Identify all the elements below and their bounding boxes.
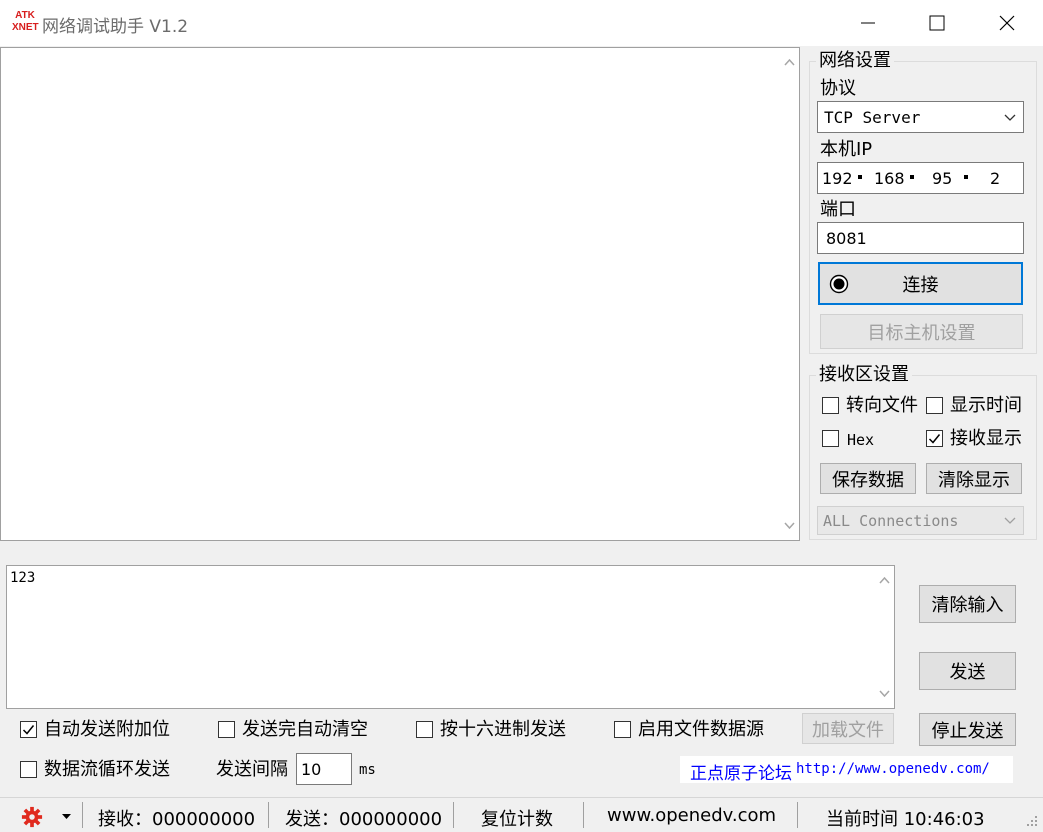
protocol-select[interactable]: TCP Server — [817, 101, 1024, 133]
receive-settings-title: 接收区设置 — [816, 365, 912, 385]
save-data-button[interactable]: 保存数据 — [820, 463, 916, 494]
hex-send-checkbox[interactable] — [416, 721, 433, 738]
minimize-button[interactable] — [834, 0, 902, 46]
target-host-settings-label: 目标主机设置 — [867, 322, 976, 344]
show-time-checkbox[interactable] — [926, 397, 943, 414]
logo-line-2: XNET — [12, 22, 39, 33]
save-data-label: 保存数据 — [832, 469, 904, 491]
interval-unit-label: ms — [359, 762, 376, 778]
connections-select[interactable]: ALL Connections — [817, 506, 1024, 535]
redirect-file-label: 转向文件 — [846, 395, 918, 416]
dropdown-arrow-icon[interactable] — [62, 814, 71, 820]
connections-value: ALL Connections — [823, 512, 959, 530]
hex-display-checkbox[interactable] — [822, 430, 839, 447]
clear-display-button[interactable]: 清除显示 — [926, 463, 1022, 494]
send-textarea[interactable]: 123 — [6, 565, 895, 709]
receive-display-label: 接收显示 — [950, 428, 1022, 449]
protocol-label: 协议 — [820, 78, 856, 99]
network-settings-title: 网络设置 — [816, 51, 894, 71]
forum-brand-text: 正点原子论坛 — [690, 764, 792, 784]
load-file-label: 加载文件 — [812, 719, 884, 741]
send-text: 123 — [10, 570, 36, 586]
show-time-label: 显示时间 — [950, 395, 1022, 416]
chevron-down-icon — [1004, 114, 1016, 121]
ip-dot — [964, 175, 968, 179]
send-scrollbar[interactable] — [875, 566, 894, 708]
logo-line-1: ATK — [15, 10, 35, 21]
stop-send-label: 停止发送 — [931, 720, 1004, 742]
stop-send-button[interactable]: 停止发送 — [919, 713, 1016, 746]
receive-scrollbar[interactable] — [780, 48, 799, 540]
clear-input-button[interactable]: 清除输入 — [919, 585, 1016, 623]
load-file-button[interactable]: 加载文件 — [802, 713, 894, 744]
forum-url: http://www.openedv.com/ — [796, 761, 990, 777]
auto-clear-checkbox[interactable] — [218, 721, 235, 738]
ip-dot — [858, 175, 862, 179]
status-bar: 接收：000000000 发送：000000000 复位计数 www.opene… — [0, 797, 1043, 832]
status-separator — [268, 802, 269, 828]
ip-address-input[interactable]: 192 168 95 2 — [817, 162, 1024, 194]
close-icon — [999, 15, 1015, 31]
status-separator — [797, 802, 798, 828]
ip-octet-2[interactable]: 168 — [874, 169, 905, 188]
loop-send-checkbox[interactable] — [20, 761, 37, 778]
reset-count-button[interactable]: 复位计数 — [481, 805, 553, 831]
forum-link[interactable]: 正点原子论坛 http://www.openedv.com/ — [680, 756, 1013, 784]
minimize-icon — [861, 22, 875, 24]
file-source-label: 启用文件数据源 — [638, 719, 764, 740]
port-value: 8081 — [826, 229, 867, 248]
auto-append-label: 自动发送附加位 — [44, 719, 170, 740]
status-separator — [82, 802, 83, 828]
window-title: 网络调试助手 V1.2 — [42, 17, 189, 37]
checkmark-icon — [22, 725, 35, 735]
send-label: 发送 — [949, 662, 986, 683]
loop-send-label: 数据流循环发送 — [44, 759, 170, 780]
current-time: 当前时间 10:46:03 — [826, 809, 985, 830]
close-button[interactable] — [973, 0, 1041, 46]
clear-input-label: 清除输入 — [931, 595, 1004, 616]
file-source-checkbox[interactable] — [614, 721, 631, 738]
send-button[interactable]: 发送 — [919, 652, 1016, 690]
auto-clear-label: 发送完自动清空 — [242, 719, 368, 740]
ip-octet-3[interactable]: 95 — [932, 169, 952, 188]
connect-button[interactable]: 连接 — [818, 262, 1023, 305]
port-input[interactable]: 8081 — [817, 222, 1024, 254]
title-bar[interactable]: ATK XNET 网络调试助手 V1.2 — [0, 0, 1043, 46]
gear-icon[interactable] — [20, 806, 44, 828]
send-interval-value: 10 — [301, 760, 322, 779]
maximize-button[interactable] — [903, 0, 971, 46]
send-counter: 发送：000000000 — [285, 809, 443, 830]
send-interval-label: 发送间隔 — [216, 759, 288, 780]
scroll-up-icon[interactable] — [784, 58, 795, 66]
target-host-settings-button[interactable]: 目标主机设置 — [820, 314, 1023, 349]
send-interval-input[interactable]: 10 — [296, 753, 352, 785]
receive-textarea[interactable] — [0, 47, 800, 541]
scroll-down-icon[interactable] — [879, 690, 890, 698]
redirect-file-checkbox[interactable] — [822, 397, 839, 414]
checkmark-icon — [928, 434, 941, 444]
ip-dot — [910, 175, 914, 179]
scroll-down-icon[interactable] — [784, 522, 795, 530]
app-logo: ATK XNET — [12, 10, 39, 36]
maximize-icon — [929, 15, 945, 31]
receive-display-checkbox[interactable] — [926, 430, 943, 447]
protocol-value: TCP Server — [824, 108, 921, 127]
website-text: www.openedv.com — [607, 805, 777, 826]
connect-button-label: 连接 — [902, 274, 939, 296]
resize-grip-icon[interactable] — [1024, 814, 1038, 828]
hex-send-label: 按十六进制发送 — [440, 719, 566, 740]
clear-display-label: 清除显示 — [938, 469, 1010, 491]
ip-octet-4[interactable]: 2 — [990, 169, 1000, 188]
port-label: 端口 — [820, 199, 856, 220]
connection-status-icon — [829, 274, 849, 294]
scroll-up-icon[interactable] — [879, 576, 890, 584]
hex-display-label: Hex — [847, 431, 875, 449]
status-separator — [453, 802, 454, 828]
auto-append-checkbox[interactable] — [20, 721, 37, 738]
chevron-down-icon — [1004, 517, 1016, 524]
ip-octet-1[interactable]: 192 — [822, 169, 853, 188]
receive-counter: 接收：000000000 — [98, 809, 256, 830]
local-ip-label: 本机IP — [820, 139, 873, 160]
status-separator — [583, 802, 584, 828]
